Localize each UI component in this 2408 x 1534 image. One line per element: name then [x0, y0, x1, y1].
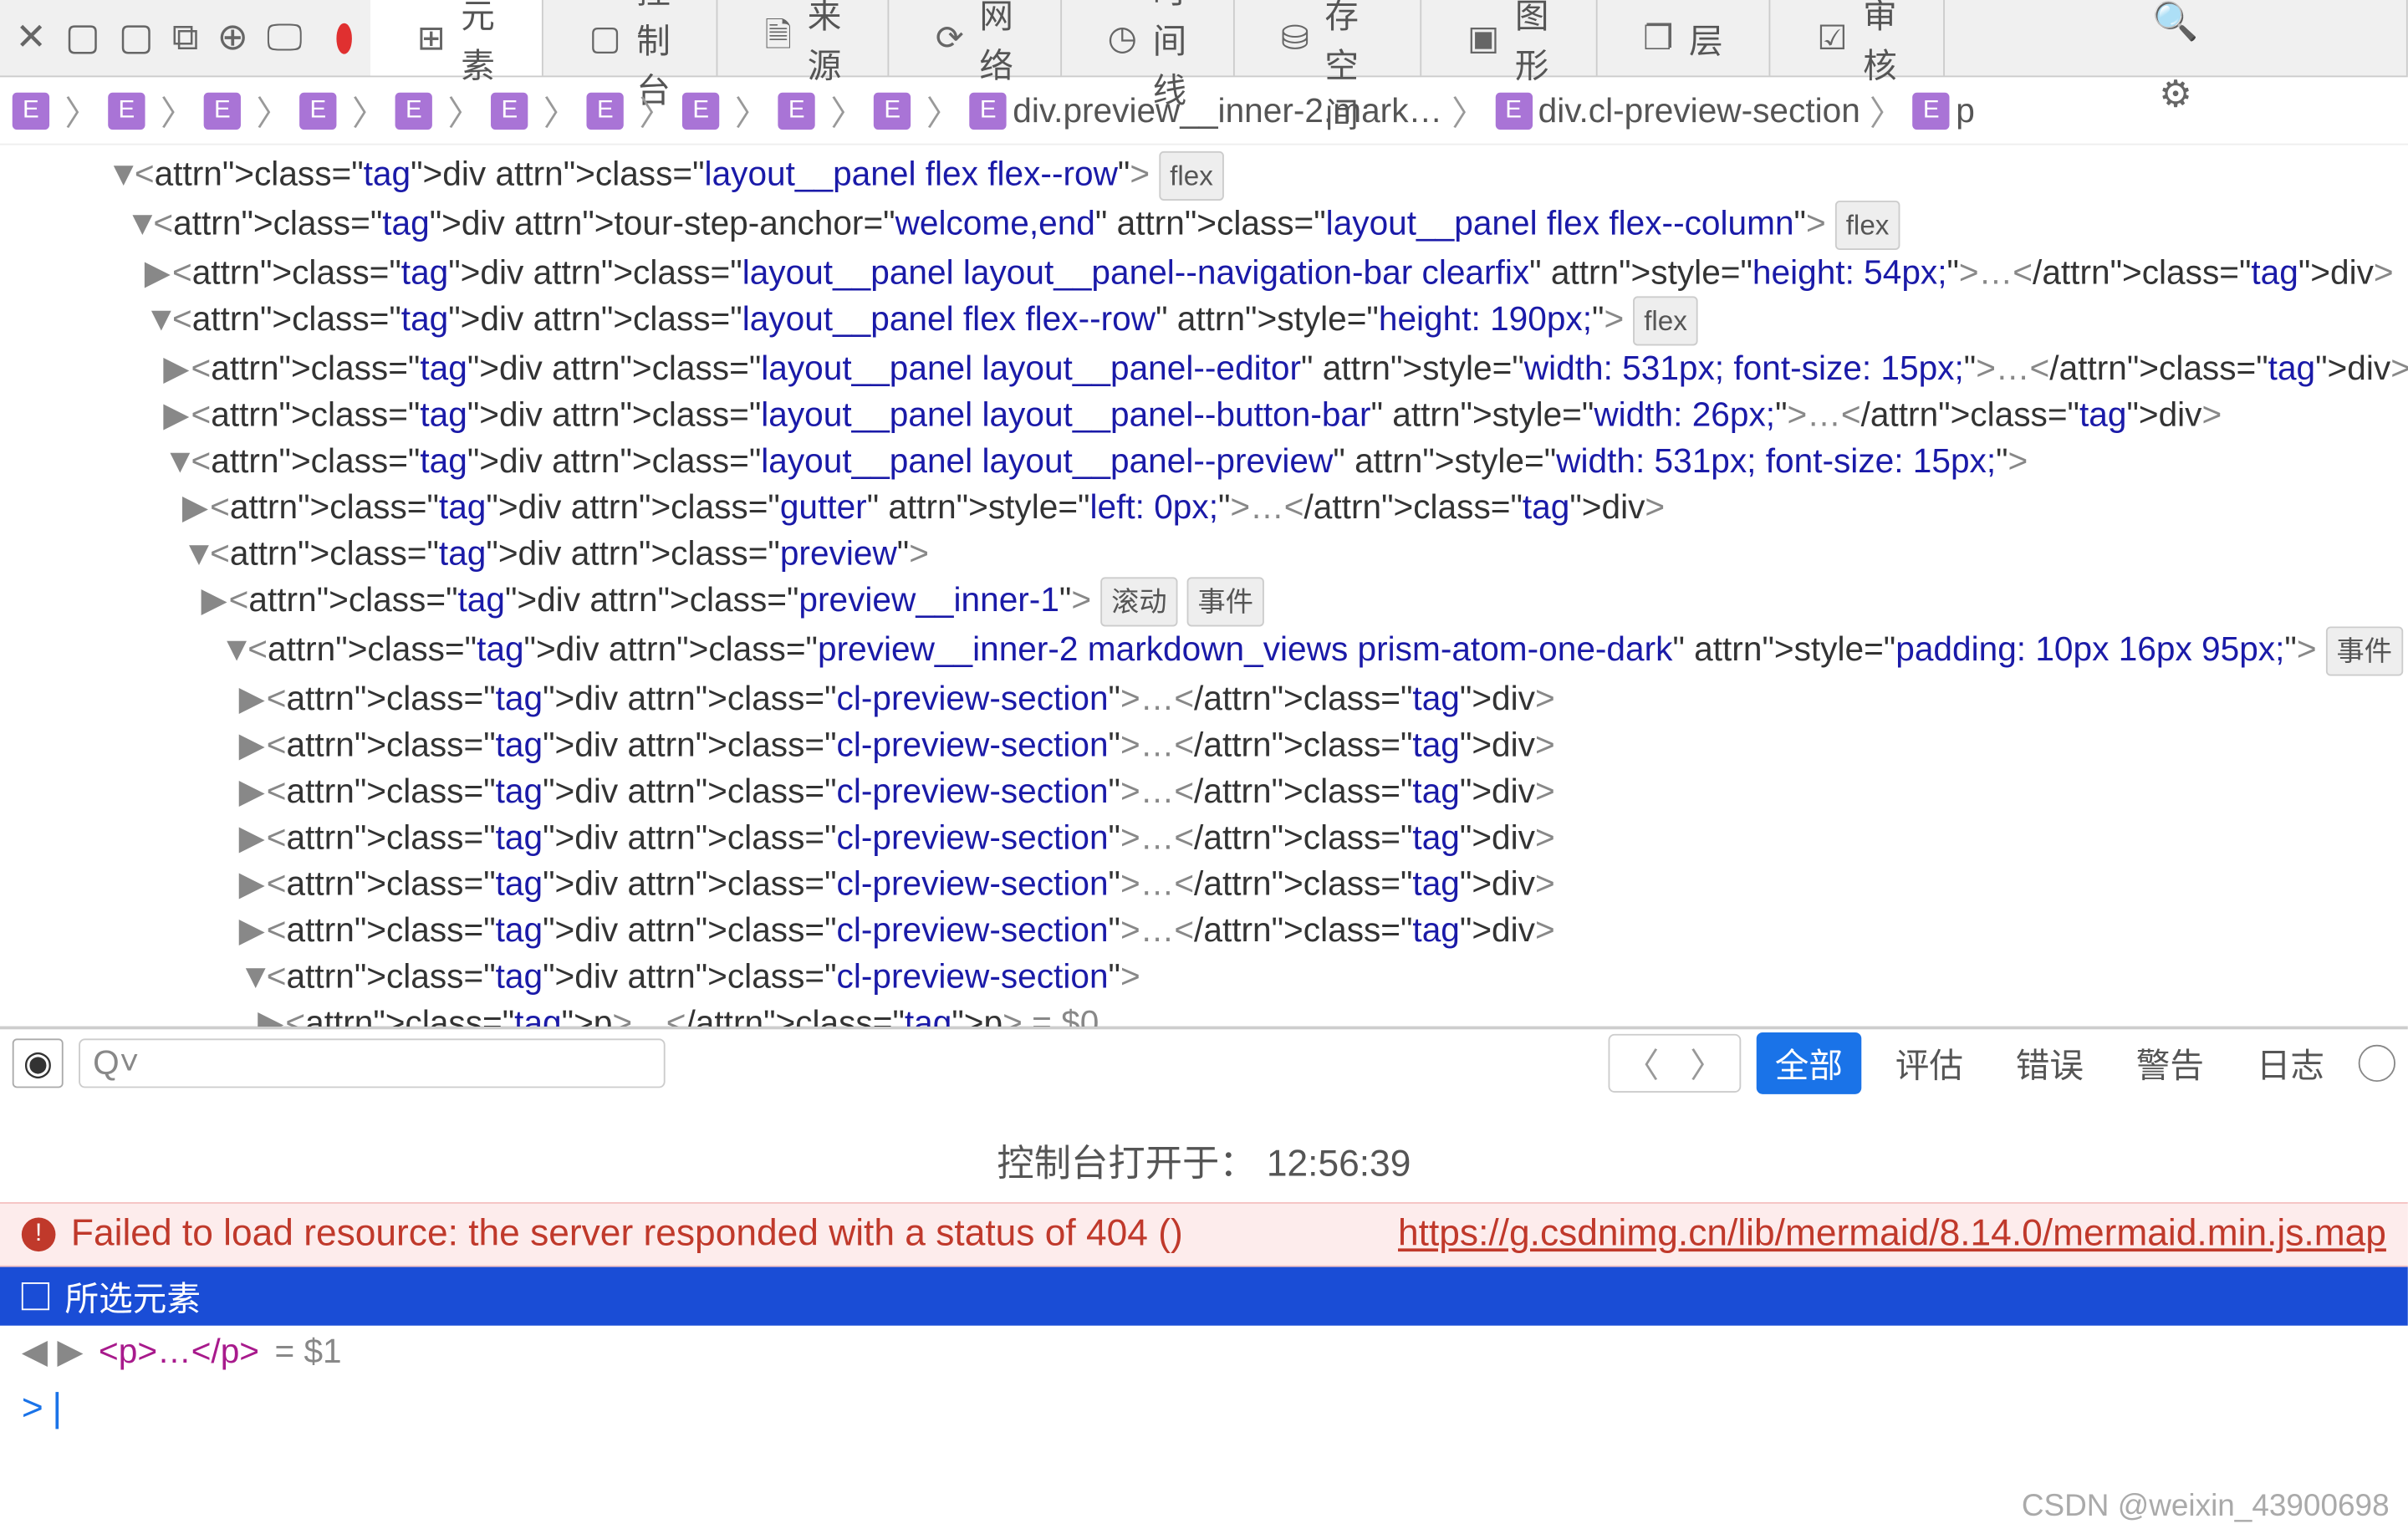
- console-prompt[interactable]: >: [0, 1378, 2408, 1441]
- dom-node[interactable]: ▼<attrn">class="tag">div attrn">class="p…: [13, 531, 2408, 577]
- filter-error[interactable]: 错误: [1997, 1032, 2103, 1093]
- crumb-div-preview[interactable]: div.preview__inner-2.mark…: [1013, 90, 1442, 130]
- dom-node[interactable]: ▼<attrn">class="tag">div attrn">class="l…: [13, 151, 2408, 201]
- dom-node[interactable]: ▶<attrn">class="tag">div attrn">class="l…: [13, 346, 2408, 392]
- elements-icon: ⊞: [417, 18, 446, 58]
- dom-node[interactable]: ▶<attrn">class="tag">div attrn">class="c…: [13, 861, 2408, 907]
- layers-icon: ❐: [1643, 18, 1673, 58]
- filter-eval[interactable]: 评估: [1877, 1032, 1982, 1093]
- dom-node[interactable]: ▶<attrn">class="tag">div attrn">class="g…: [13, 485, 2408, 531]
- console-error-row[interactable]: ! Failed to load resource: the server re…: [0, 1202, 2408, 1267]
- console-filter-bar: ◉ Q˅ 〈〉 全部 评估 错误 警告 日志: [0, 1027, 2408, 1095]
- stop-icon: [22, 1282, 49, 1310]
- dom-node[interactable]: ▶<attrn">class="tag">div attrn">class="l…: [13, 392, 2408, 438]
- filter-all[interactable]: 全部: [1757, 1032, 1862, 1093]
- crumb-div-section[interactable]: div.cl-preview-section: [1538, 90, 1860, 130]
- filter-log[interactable]: 日志: [2238, 1032, 2344, 1093]
- dom-node[interactable]: ▶<attrn">class="tag">div attrn">class="p…: [13, 577, 2408, 626]
- dom-node[interactable]: ▼<attrn">class="tag">div attrn">class="c…: [13, 954, 2408, 1000]
- dom-node[interactable]: ▼<attrn">class="tag">div attrn">class="l…: [13, 296, 2408, 345]
- tab-timeline[interactable]: ◷时间线: [1061, 0, 1234, 75]
- target-icon[interactable]: ⊕: [217, 15, 248, 60]
- breadcrumb: E 〉E 〉E 〉E 〉E 〉E 〉E 〉E 〉E 〉E 〉Ediv.previ…: [0, 77, 2408, 145]
- prev-icon[interactable]: 〈: [1610, 1035, 1675, 1090]
- dom-node[interactable]: ▶<attrn">class="tag">div attrn">class="c…: [13, 907, 2408, 953]
- dom-node[interactable]: ▶<attrn">class="tag">p>…</attrn">class="…: [13, 1000, 2408, 1026]
- e-badge-icon[interactable]: E: [13, 92, 49, 129]
- error-icon: !: [22, 1217, 56, 1251]
- dom-node[interactable]: ▼<attrn">class="tag">div attrn">tour-ste…: [13, 201, 2408, 250]
- crumb-p[interactable]: p: [1956, 90, 1975, 130]
- console-line[interactable]: ◀ ▶ <p>…</p> = $1: [0, 1326, 2408, 1379]
- console-search-input[interactable]: Q˅: [79, 1037, 666, 1087]
- tab-network[interactable]: ⟳网络: [890, 0, 1062, 75]
- storage-icon: ⛁: [1281, 18, 1309, 58]
- dom-tree[interactable]: ? ▼<attrn">class="tag">div attrn">class=…: [0, 145, 2408, 1027]
- dom-node[interactable]: ▶<attrn">class="tag">div attrn">class="c…: [13, 815, 2408, 861]
- eye-icon[interactable]: ◉: [13, 1037, 64, 1087]
- error-source-link[interactable]: https://g.csdnimg.cn/lib/mermaid/8.14.0/…: [1398, 1213, 2386, 1256]
- tab-elements[interactable]: ⊞元素: [370, 0, 543, 75]
- tab-audit[interactable]: ☑审核: [1771, 0, 1945, 75]
- dock-icon[interactable]: ⧉: [172, 16, 199, 59]
- panel-right-icon[interactable]: ▢: [119, 15, 154, 60]
- filter-warn[interactable]: 警告: [2118, 1032, 2223, 1093]
- image-icon: ▣: [1467, 18, 1499, 58]
- error-badge[interactable]: [336, 23, 352, 54]
- console-area: 控制台打开于： 12:56:39 ! Failed to load resour…: [0, 1096, 2408, 1534]
- dom-node[interactable]: ▼<attrn">class="tag">div attrn">class="p…: [13, 626, 2408, 675]
- close-icon[interactable]: ✕: [15, 15, 46, 60]
- device-icon[interactable]: 🖵: [267, 16, 303, 59]
- console-opened-info: 控制台打开于： 12:56:39: [0, 1096, 2408, 1202]
- dom-node[interactable]: ▶<attrn">class="tag">div attrn">class="l…: [13, 250, 2408, 296]
- selected-element-bar[interactable]: 所选元素: [0, 1267, 2408, 1326]
- watermark: CSDN @weixin_43900698: [2022, 1489, 2390, 1524]
- dom-node[interactable]: ▶<attrn">class="tag">div attrn">class="c…: [13, 676, 2408, 722]
- network-icon: ⟳: [936, 18, 964, 58]
- tab-graphics[interactable]: ▣图形: [1421, 0, 1597, 75]
- audit-icon: ☑: [1817, 18, 1847, 58]
- dom-node[interactable]: ▶<attrn">class="tag">div attrn">class="c…: [13, 768, 2408, 814]
- window-controls: ✕ ▢ ▢ ⧉ ⊕ 🖵: [0, 0, 318, 75]
- dom-node[interactable]: ▼<attrn">class="tag">div attrn">class="l…: [13, 438, 2408, 484]
- console-icon: ▢: [589, 18, 620, 58]
- clear-icon[interactable]: [2359, 1044, 2395, 1081]
- dom-node[interactable]: ▶<attrn">class="tag">div attrn">class="c…: [13, 722, 2408, 768]
- sources-icon: 🗎: [765, 8, 793, 67]
- search-icon[interactable]: 🔍: [2152, 0, 2198, 45]
- tab-layers[interactable]: ❐层: [1597, 0, 1771, 75]
- next-icon[interactable]: 〉: [1675, 1035, 1740, 1090]
- clock-icon: ◷: [1108, 18, 1137, 58]
- tab-sources[interactable]: 🗎来源: [718, 0, 889, 75]
- tab-console[interactable]: ▢控制台: [543, 0, 718, 75]
- main-tabbar: ✕ ▢ ▢ ⧉ ⊕ 🖵 ⊞元素 ▢控制台 🗎来源 ⟳网络 ◷时间线 ⛁储存空间 …: [0, 0, 2408, 77]
- panel-left-icon[interactable]: ▢: [65, 15, 100, 60]
- tab-storage[interactable]: ⛁储存空间: [1234, 0, 1421, 75]
